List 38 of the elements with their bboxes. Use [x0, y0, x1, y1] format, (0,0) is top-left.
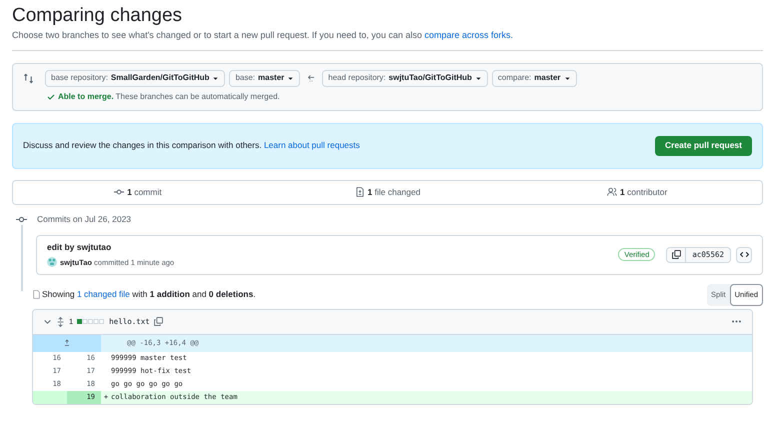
file-diff-icon: [354, 187, 365, 197]
stat-link[interactable]: 1 commit: [13, 186, 263, 198]
commit-icon: [114, 187, 124, 197]
copy-sha-button[interactable]: [666, 246, 686, 262]
copy-icon: [672, 250, 681, 259]
code-icon: [740, 250, 748, 259]
commits-date-heading: Commits on Jul 26, 2023: [37, 213, 132, 226]
copy-icon: [154, 317, 163, 326]
branch-select[interactable]: compare: master: [492, 70, 577, 86]
commit-title-link[interactable]: edit by swjtutao: [47, 241, 174, 254]
compare-forks-link[interactable]: compare across forks.: [424, 30, 513, 40]
create-pull-request-button[interactable]: Create pull request: [655, 136, 752, 156]
expand-up-icon: [63, 339, 71, 347]
changed-file-link[interactable]: 1 changed file: [76, 289, 130, 300]
line-number-gutter: [33, 390, 67, 404]
branch-select[interactable]: base repository: SmallGarden/GitToGitHub: [45, 70, 226, 86]
caret-icon: [474, 74, 482, 82]
avatar-icon: [47, 257, 57, 268]
banner-text: Discuss and review the changes in this comparison with others. Learn about pull requests: [23, 139, 360, 152]
caret-icon: [287, 74, 294, 82]
caret-icon: [564, 74, 571, 82]
diffstat-icon: [77, 318, 106, 324]
merge-status-text: Able to merge. These branches can be automatically merged.: [58, 90, 280, 102]
page-title: Comparing changes: [12, 4, 184, 28]
people-icon: [607, 187, 618, 197]
browse-files-button[interactable]: [736, 246, 752, 262]
expand-icon: [56, 316, 65, 326]
stat-link[interactable]: 1 contributor: [512, 186, 762, 198]
compare-icon: [23, 72, 34, 84]
diff-summary-text: Showing 1 changed file with 1 addition and 0 deletions.: [42, 288, 256, 301]
page-subtitle: Choose two branches to see what's changed or to start a new pull request. If you need to, you can also compare across forks.: [12, 29, 763, 50]
branch-select[interactable]: head repository: swjtuTao/GitToGitHub: [322, 70, 488, 86]
branch-select[interactable]: base: master: [229, 70, 300, 86]
file-icon: [32, 290, 41, 299]
check-icon: [47, 92, 55, 100]
pull-requests-link[interactable]: Learn about pull requests: [264, 140, 360, 150]
caret-icon: [212, 74, 220, 82]
stat-link[interactable]: 1 file changed: [262, 186, 512, 198]
